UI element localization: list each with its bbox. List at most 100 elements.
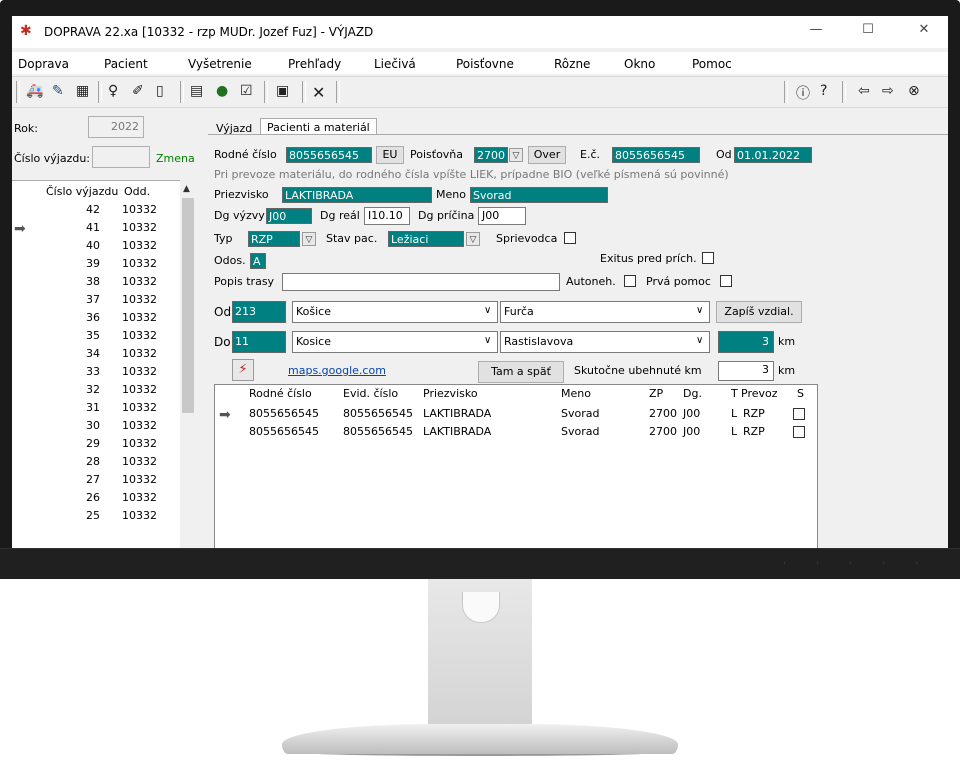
typ-dropdown-icon[interactable]: ▽ (302, 232, 316, 246)
menu-lieciva[interactable]: Liečivá (374, 57, 416, 71)
delete-icon[interactable]: ✕ (312, 83, 325, 102)
list-item[interactable]: 29 10332 (12, 437, 182, 453)
list-item[interactable]: 34 10332 (12, 347, 182, 363)
sprievodca-checkbox[interactable] (564, 232, 576, 244)
prva-pomoc-checkbox[interactable] (720, 275, 732, 287)
list-item[interactable]: 39 10332 (12, 257, 182, 273)
table-row[interactable]: 8055656545 8055656545 LAKTIBRADA Svorad … (215, 407, 815, 423)
menu-pacient[interactable]: Pacient (104, 57, 148, 71)
skutocne-km-field[interactable]: 3 (718, 361, 774, 381)
od-street-select[interactable]: Furča (500, 301, 710, 323)
table-row[interactable]: 8055656545 8055656545 LAKTIBRADA Svorad … (215, 425, 815, 441)
dg-vyzvy-field[interactable]: J00 (266, 208, 312, 224)
dg-real-field[interactable]: I10.10 (364, 207, 410, 225)
menu-doprava[interactable]: Doprava (18, 57, 69, 71)
list-item[interactable]: 40 10332 (12, 239, 182, 255)
column-t[interactable]: T (731, 387, 738, 400)
list-item[interactable]: 25 10332 (12, 509, 182, 525)
scroll-up-icon[interactable]: ▲ (183, 184, 190, 194)
menu-okno[interactable]: Okno (624, 57, 655, 71)
menu-pomoc[interactable]: Pomoc (692, 57, 732, 71)
do-city-select[interactable]: Kosice (292, 331, 498, 353)
document-icon[interactable]: ▤ (190, 83, 203, 99)
stav-pac-dropdown-icon[interactable]: ▽ (466, 232, 480, 246)
rodne-cislo-field[interactable]: 8055656545 (286, 147, 372, 163)
list-item[interactable]: 42 10332 (12, 203, 182, 219)
help-icon[interactable]: ? (820, 83, 827, 99)
od-date-field[interactable]: 01.01.2022 (734, 147, 812, 163)
pill-icon[interactable]: ✐ (132, 83, 144, 99)
cislo-vyjazdu-field[interactable] (92, 146, 150, 168)
table-icon[interactable]: ▦ (76, 83, 89, 99)
info-icon[interactable]: ⓘ (796, 83, 810, 103)
column-zp[interactable]: ZP (649, 387, 663, 400)
exitus-checkbox[interactable] (702, 252, 714, 264)
over-button[interactable]: Over (528, 146, 566, 164)
row-s-checkbox[interactable] (793, 408, 805, 420)
eu-button[interactable]: EU (376, 146, 404, 164)
column-prevoz[interactable]: Prevoz (741, 387, 778, 400)
do-code-field[interactable]: 11 (232, 331, 286, 353)
list-item[interactable]: 32 10332 (12, 383, 182, 399)
column-cislo-vyjazdu[interactable]: Číslo výjazdu (46, 185, 118, 198)
menu-poistovne[interactable]: Poisťovne (456, 57, 514, 71)
ec-field[interactable]: 8055656545 (612, 147, 700, 163)
zmena-link[interactable]: Zmena (156, 152, 195, 165)
arrow-left-icon[interactable]: ⇦ (858, 83, 870, 99)
od-city-select[interactable]: Košice (292, 301, 498, 323)
column-dg[interactable]: Dg. (683, 387, 702, 400)
popis-trasy-field[interactable] (282, 273, 560, 291)
od-city-chevron-down-icon[interactable]: ∨ (484, 305, 491, 316)
list-item[interactable]: 30 10332 (12, 419, 182, 435)
tam-a-spat-button[interactable]: Tam a späť (478, 361, 564, 383)
menu-rozne[interactable]: Rôzne (554, 57, 590, 71)
list-item[interactable]: 38 10332 (12, 275, 182, 291)
edit-icon[interactable]: ☑ (240, 83, 253, 99)
scrollbar-thumb[interactable] (182, 198, 194, 413)
stav-pac-field[interactable]: Ležiaci (388, 231, 464, 247)
minimize-icon[interactable]: — (802, 22, 830, 42)
close-icon[interactable]: ✕ (910, 22, 938, 42)
dg-pricina-field[interactable]: J00 (478, 207, 526, 225)
ambulance-icon[interactable]: 🚑 (26, 83, 43, 99)
meno-field[interactable]: Svorad (470, 187, 608, 203)
menu-prehlady[interactable]: Prehľady (288, 57, 341, 71)
list-item[interactable]: 35 10332 (12, 329, 182, 345)
arrow-right-icon[interactable]: ⇨ (882, 83, 894, 99)
do-city-chevron-down-icon[interactable]: ∨ (484, 335, 491, 346)
od-street-chevron-down-icon[interactable]: ∨ (696, 305, 703, 316)
maps-google-link[interactable]: maps.google.com (288, 364, 386, 377)
row-s-checkbox[interactable] (793, 426, 805, 438)
list-item[interactable]: 37 10332 (12, 293, 182, 309)
do-street-select[interactable]: Rastislavova (500, 331, 710, 353)
doctor-icon[interactable]: ♀ (108, 83, 118, 99)
list-item[interactable]: 27 10332 (12, 473, 182, 489)
list-item[interactable]: 41 10332 (12, 221, 182, 237)
money-bag-icon[interactable]: ● (216, 83, 228, 99)
list-item[interactable]: 26 10332 (12, 491, 182, 507)
map-route-icon[interactable]: ⚡ (232, 359, 254, 381)
column-s[interactable]: S (797, 387, 804, 400)
column-meno[interactable]: Meno (561, 387, 591, 400)
priezvisko-field[interactable]: LAKTIBRADA (282, 187, 432, 203)
column-evid-cislo[interactable]: Evid. číslo (343, 387, 398, 400)
autoneh-checkbox[interactable] (624, 275, 636, 287)
exit-icon[interactable]: ⊗ (908, 83, 920, 99)
list-item[interactable]: 28 10332 (12, 455, 182, 471)
poistovna-dropdown-icon[interactable]: ▽ (509, 148, 523, 162)
rok-field[interactable]: 2022 (88, 116, 144, 138)
do-street-chevron-down-icon[interactable]: ∨ (696, 335, 703, 346)
km-field[interactable]: 3 (718, 331, 774, 353)
column-rodne-cislo[interactable]: Rodné číslo (249, 387, 312, 400)
typ-field[interactable]: RZP (248, 231, 300, 247)
menu-vysetrenie[interactable]: Vyšetrenie (188, 57, 252, 71)
list-item[interactable]: 36 10332 (12, 311, 182, 327)
column-odd[interactable]: Odd. (124, 185, 150, 198)
odos-field[interactable]: A (250, 253, 266, 269)
list-item[interactable]: 31 10332 (12, 401, 182, 417)
od-code-field[interactable]: 213 (232, 301, 286, 323)
list-item[interactable]: 33 10332 (12, 365, 182, 381)
poistovna-field[interactable]: 2700 (474, 147, 508, 163)
zapis-vzdial-button[interactable]: Zapíš vzdial. (716, 301, 802, 323)
settings-icon[interactable]: ▣ (276, 83, 289, 99)
